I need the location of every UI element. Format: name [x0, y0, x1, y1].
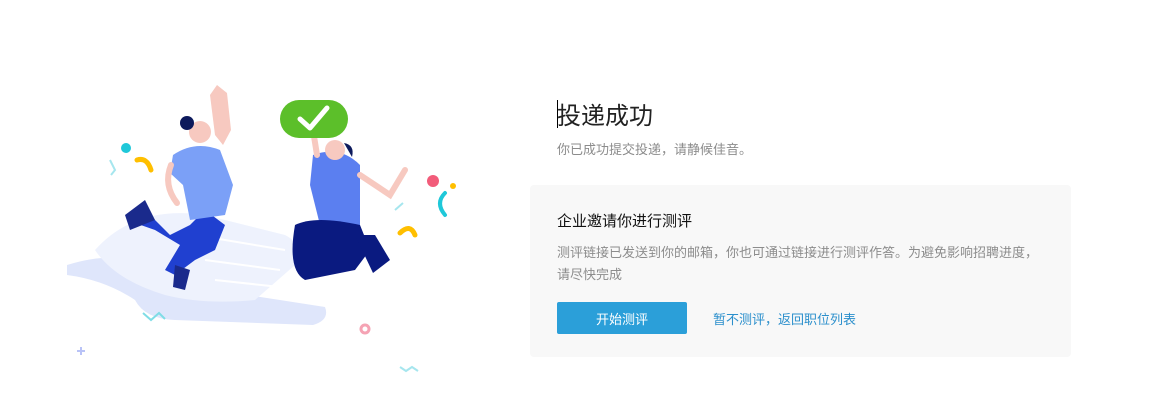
- page-subtitle: 你已成功提交投递，请静候佳音。: [557, 143, 753, 158]
- start-assessment-button[interactable]: 开始测评: [557, 302, 687, 334]
- result-panel: 投递成功 你已成功提交投递，请静候佳音。 企业邀请你进行测评 测评链接已发送到你…: [530, 96, 1075, 357]
- celebration-svg: [67, 85, 456, 373]
- assessment-description: 测评链接已发送到你的邮箱，你也可通过链接进行测评作答。为避免影响招聘进度，请尽快…: [557, 246, 1039, 283]
- assessment-actions: 开始测评 暂不测评，返回职位列表: [557, 302, 1044, 334]
- page-title: 投递成功: [557, 102, 653, 130]
- assessment-title: 企业邀请你进行测评: [557, 212, 693, 230]
- check-badge-icon: [280, 100, 348, 138]
- skip-assessment-link[interactable]: 暂不测评，返回职位列表: [713, 309, 856, 328]
- application-success-page: 投递成功 你已成功提交投递，请静候佳音。 企业邀请你进行测评 测评链接已发送到你…: [0, 0, 1163, 418]
- celebration-illustration: [55, 75, 475, 385]
- assessment-card: 企业邀请你进行测评 测评链接已发送到你的邮箱，你也可通过链接进行测评作答。为避免…: [530, 185, 1071, 357]
- text-caret: [557, 100, 558, 128]
- title-block: 投递成功 你已成功提交投递，请静候佳音。: [530, 96, 1075, 160]
